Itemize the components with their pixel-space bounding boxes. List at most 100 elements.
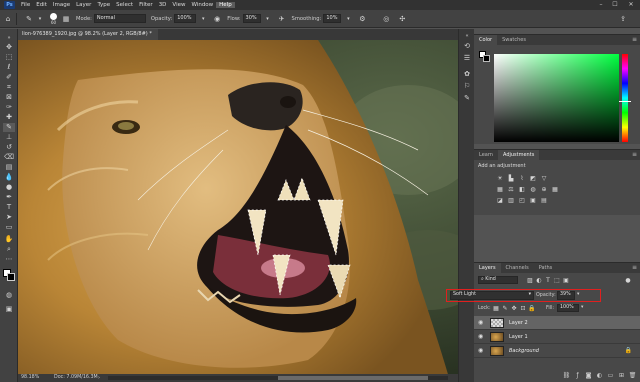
gradient-map-icon[interactable]: ▤ — [540, 197, 548, 204]
link-layers-icon[interactable]: ⛓ — [562, 372, 571, 380]
quick-select-tool-icon[interactable]: ✐ — [3, 73, 15, 82]
healing-brush-icon[interactable]: ✚ — [3, 113, 15, 122]
visibility-eye-icon[interactable]: ◉ — [478, 333, 486, 341]
brush-tool-icon[interactable]: ✎ — [24, 14, 34, 24]
minimize-button[interactable]: – — [594, 0, 608, 10]
history-icon[interactable]: ⟲ — [462, 41, 472, 51]
type-tool-icon[interactable]: T — [3, 203, 15, 212]
brush-presets-icon[interactable]: ✿ — [462, 69, 472, 79]
photo-filter-icon[interactable]: ◍ — [529, 186, 537, 193]
menu-help[interactable]: Help — [216, 2, 235, 8]
mode-select[interactable]: Normal — [93, 14, 146, 23]
close-window-button[interactable]: ✕ — [624, 0, 638, 10]
blend-mode-select[interactable]: Soft Light ▾ — [450, 291, 534, 300]
menu-window[interactable]: Window — [188, 2, 216, 8]
adjustment-layer-icon[interactable]: ◐ — [595, 372, 604, 380]
brush-tool-icon[interactable]: ✎ — [3, 123, 15, 132]
new-layer-icon[interactable]: ⊞ — [617, 372, 626, 380]
tab-paths[interactable]: Paths — [534, 263, 558, 273]
filter-pixel-icon[interactable]: ▨ — [526, 277, 534, 284]
hand-tool-icon[interactable]: ✋ — [3, 235, 15, 244]
lasso-tool-icon[interactable]: ℓ — [3, 63, 15, 72]
crop-tool-icon[interactable]: ⌗ — [3, 83, 15, 92]
menu-type[interactable]: Type — [94, 2, 113, 8]
channel-mixer-icon[interactable]: ⊕ — [540, 186, 548, 193]
exposure-icon[interactable]: ◩ — [529, 175, 537, 182]
gradient-tool-icon[interactable]: ▤ — [3, 163, 15, 172]
airbrush-icon[interactable]: ✈ — [277, 14, 287, 24]
menu-filter[interactable]: Filter — [136, 2, 156, 8]
panel-menu-icon[interactable]: ≡ — [632, 35, 637, 45]
lock-artboard-icon[interactable]: ⊡ — [519, 305, 527, 312]
scrollbar-thumb[interactable] — [278, 376, 428, 380]
panel-menu-icon[interactable]: ≡ — [632, 263, 637, 273]
paths-icon[interactable]: ✎ — [462, 93, 472, 103]
menu-view[interactable]: View — [169, 2, 188, 8]
tab-layers[interactable]: Layers — [474, 263, 501, 273]
pen-tool-icon[interactable]: ✒ — [3, 193, 15, 202]
lock-all-icon[interactable]: 🔒 — [528, 305, 536, 312]
smoothing-field[interactable]: 10% — [323, 14, 342, 23]
blur-tool-icon[interactable]: 💧 — [3, 173, 15, 182]
filter-adjustment-icon[interactable]: ◐ — [535, 277, 543, 284]
canvas-area[interactable] — [18, 40, 458, 374]
threshold-icon[interactable]: ◰ — [518, 197, 526, 204]
levels-icon[interactable]: ▙ — [507, 175, 515, 182]
menu-select[interactable]: Select — [113, 2, 136, 8]
visibility-eye-icon[interactable]: ◉ — [478, 347, 486, 355]
hue-slider[interactable] — [622, 54, 628, 142]
move-tool-icon[interactable]: ✥ — [3, 43, 15, 52]
hue-saturation-icon[interactable]: ▦ — [496, 186, 504, 193]
trash-icon[interactable]: 🗑 — [628, 372, 637, 380]
tab-adjustments[interactable]: Adjustments — [497, 150, 540, 160]
pressure-size-icon[interactable]: ◎ — [381, 14, 391, 24]
dodge-tool-icon[interactable]: ● — [3, 183, 15, 192]
posterize-icon[interactable]: ▥ — [507, 197, 515, 204]
opacity-dropdown-icon[interactable]: ▾ — [198, 14, 208, 24]
layer-row[interactable]: ◉ Background 🔒 — [474, 344, 640, 358]
color-field[interactable] — [494, 54, 619, 142]
color-lookup-icon[interactable]: ▦ — [551, 186, 559, 193]
tab-swatches[interactable]: Swatches — [497, 35, 531, 45]
black-white-icon[interactable]: ◧ — [518, 186, 526, 193]
document-tab[interactable]: lion-976389_1920.jpg @ 98.2% (Layer 2, R… — [18, 29, 158, 48]
screen-mode-icon[interactable]: ▣ — [3, 305, 15, 314]
home-icon[interactable]: ⌂ — [3, 14, 13, 24]
brush-settings-icon[interactable]: ▦ — [61, 14, 71, 24]
eraser-tool-icon[interactable]: ⌫ — [3, 153, 15, 162]
background-color-swatch[interactable] — [7, 273, 15, 281]
lock-position-icon[interactable]: ✥ — [510, 305, 518, 312]
layer-opacity-field[interactable]: 39% — [557, 291, 575, 300]
quick-mask-icon[interactable]: ◍ — [3, 291, 15, 300]
horizontal-scrollbar[interactable] — [108, 376, 448, 380]
opacity-dropdown-icon[interactable]: ▾ — [577, 292, 579, 297]
background-swatch[interactable] — [483, 55, 490, 62]
history-brush-icon[interactable]: ↺ — [3, 143, 15, 152]
layer-name[interactable]: Layer 2 — [509, 316, 528, 330]
visibility-eye-icon[interactable]: ◉ — [478, 319, 486, 327]
path-select-icon[interactable]: ➤ — [3, 213, 15, 222]
color-balance-icon[interactable]: ⚖ — [507, 186, 515, 193]
clone-stamp-icon[interactable]: ⊥ — [3, 133, 15, 142]
clone-source-icon[interactable]: ⚐ — [462, 81, 472, 91]
panel-menu-icon[interactable]: ≡ — [632, 150, 637, 160]
lock-pixels-icon[interactable]: ✎ — [501, 305, 509, 312]
tab-learn[interactable]: Learn — [474, 150, 498, 160]
frame-tool-icon[interactable]: ⊠ — [3, 93, 15, 102]
layer-name[interactable]: Layer 1 — [509, 330, 528, 344]
new-group-icon[interactable]: ▭ — [606, 372, 615, 380]
smoothing-dropdown-icon[interactable]: ▾ — [343, 14, 353, 24]
filter-smart-object-icon[interactable]: ▣ — [562, 277, 570, 284]
brightness-icon[interactable]: ☀ — [496, 175, 504, 182]
pressure-opacity-icon[interactable]: ◉ — [212, 14, 222, 24]
share-icon[interactable]: ⇪ — [618, 14, 628, 24]
brush-preset-picker[interactable]: 60 — [50, 12, 57, 25]
vibrance-icon[interactable]: ▽ — [540, 175, 548, 182]
layer-row[interactable]: ◉ Layer 1 — [474, 330, 640, 344]
symmetry-icon[interactable]: ✣ — [397, 14, 407, 24]
menu-3d[interactable]: 3D — [156, 2, 170, 8]
layer-mask-icon[interactable]: ◙ — [584, 372, 593, 380]
layer-row[interactable]: ◉ Layer 2 — [474, 316, 640, 330]
lock-transparency-icon[interactable]: ▦ — [492, 305, 500, 312]
filter-toggle-icon[interactable]: ● — [624, 277, 632, 284]
